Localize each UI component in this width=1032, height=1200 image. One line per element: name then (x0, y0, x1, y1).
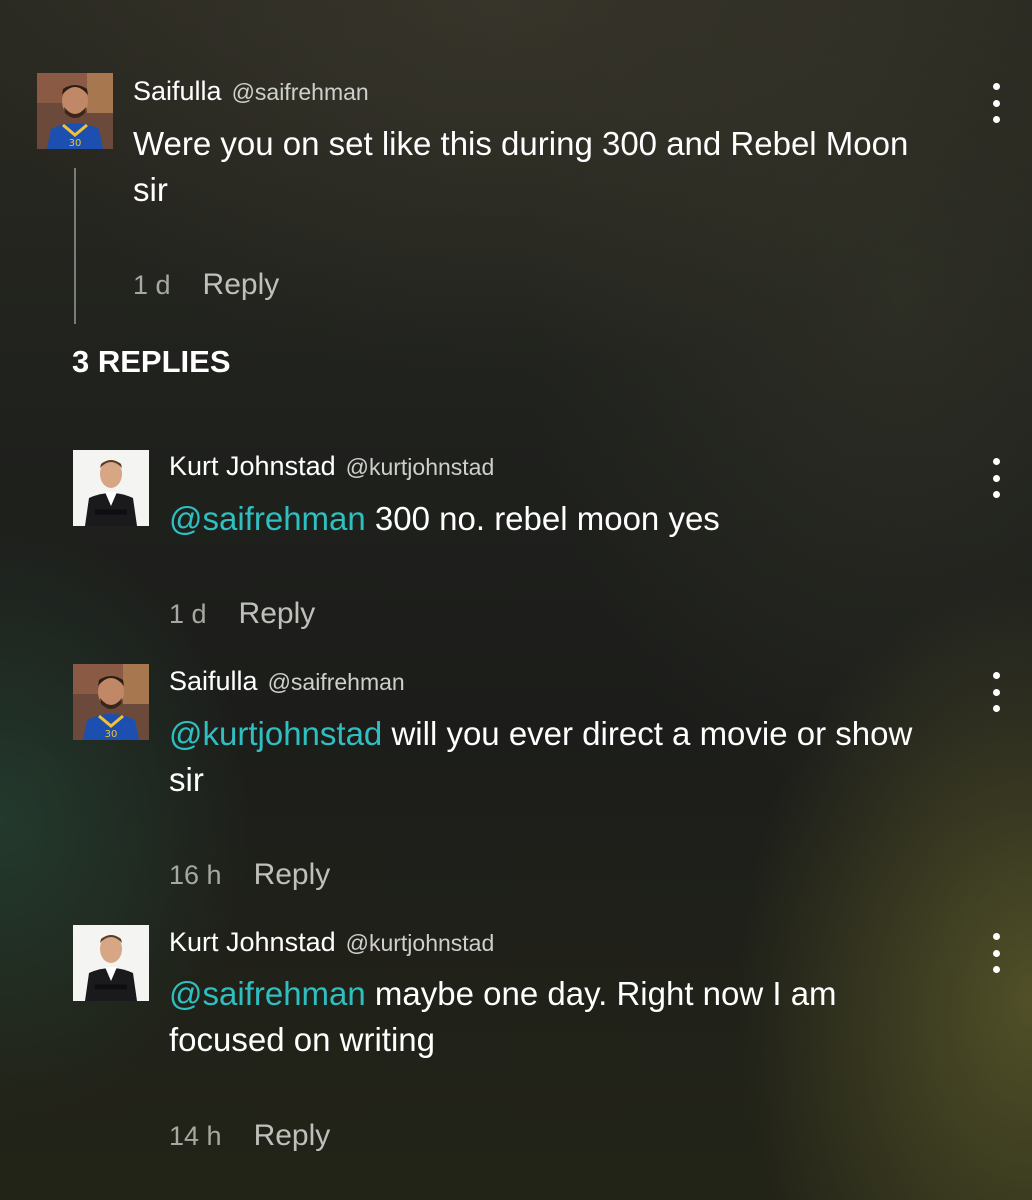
comment-author-name[interactable]: Kurt Johnstad (169, 451, 336, 482)
comment-text-content: Were you on set like this during 300 and… (133, 125, 909, 208)
reply-button[interactable]: Reply (203, 268, 280, 302)
reply-button[interactable]: Reply (254, 1119, 331, 1153)
user-avatar[interactable]: 30 (73, 664, 149, 740)
man-in-suit-avatar-icon (73, 450, 149, 526)
comment-text-content: 300 no. rebel moon yes (365, 500, 720, 537)
mention-link[interactable]: @kurtjohnstad (169, 715, 382, 752)
more-options-icon[interactable] (986, 933, 1006, 973)
more-options-icon[interactable] (986, 83, 1006, 123)
user-avatar[interactable] (73, 925, 149, 1001)
svg-text:30: 30 (105, 729, 118, 740)
comment-author-name[interactable]: Kurt Johnstad (169, 927, 336, 958)
comment-timestamp: 1 d (133, 270, 171, 300)
basketball-player-avatar-icon: 30 (73, 664, 149, 740)
comment-author-handle[interactable]: @kurtjohnstad (346, 930, 495, 957)
comment-timestamp: 16 h (169, 860, 222, 890)
user-avatar[interactable] (73, 450, 149, 526)
man-in-suit-avatar-icon (73, 925, 149, 1001)
comment-timestamp: 14 h (169, 1121, 222, 1151)
basketball-player-avatar-icon: 30 (37, 73, 113, 149)
reply-button[interactable]: Reply (254, 858, 331, 892)
comment-text: @kurtjohnstad will you ever direct a mov… (169, 711, 949, 803)
mention-link[interactable]: @saifrehman (169, 975, 366, 1012)
more-options-icon[interactable] (986, 672, 1006, 712)
svg-text:30: 30 (69, 138, 82, 149)
comment-author-name[interactable]: Saifulla (133, 76, 222, 107)
mention-link[interactable]: @saifrehman (169, 500, 366, 537)
comment-author-handle[interactable]: @saifrehman (268, 669, 405, 696)
comment-text: Were you on set like this during 300 and… (133, 121, 913, 213)
comment-author-handle[interactable]: @kurtjohnstad (346, 454, 495, 481)
more-options-icon[interactable] (986, 458, 1006, 498)
reply-button[interactable]: Reply (239, 597, 316, 631)
comment-text: @saifrehman maybe one day. Right now I a… (169, 971, 949, 1063)
thread-line (74, 168, 76, 324)
comment-text: @saifrehman 300 no. rebel moon yes (169, 496, 949, 542)
replies-count-header[interactable]: 3 REPLIES (72, 344, 231, 380)
user-avatar[interactable]: 30 (37, 73, 113, 149)
comment-author-handle[interactable]: @saifrehman (232, 79, 369, 106)
comment-author-name[interactable]: Saifulla (169, 666, 258, 697)
comment-timestamp: 1 d (169, 599, 207, 629)
